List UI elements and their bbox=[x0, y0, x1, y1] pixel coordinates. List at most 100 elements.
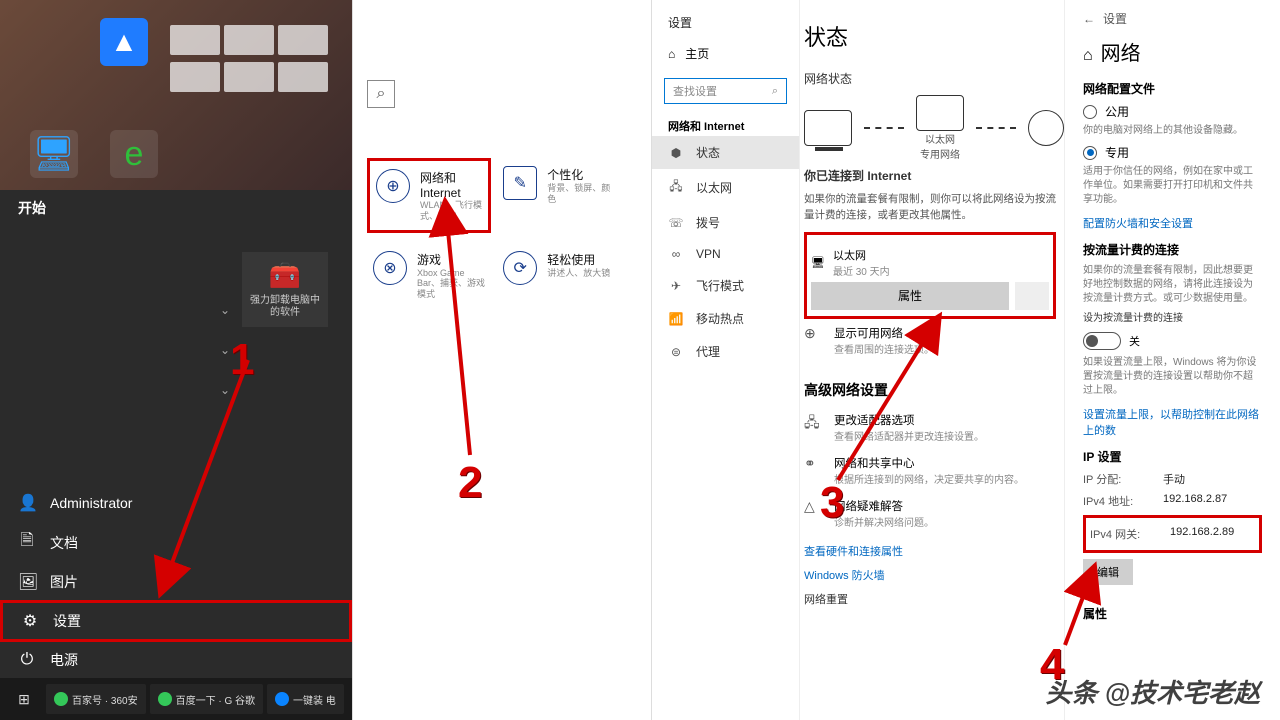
data-usage-button[interactable] bbox=[1015, 282, 1049, 310]
window-title: 设置 bbox=[652, 10, 799, 35]
start-button[interactable]: ⊞ bbox=[6, 684, 42, 714]
category-title: 个性化 bbox=[547, 166, 615, 183]
start-item-settings[interactable]: ⚙ 设置 bbox=[0, 600, 352, 642]
nav-proxy[interactable]: ⊜代理 bbox=[652, 335, 799, 368]
search-input[interactable]: 查找设置 ⌕ bbox=[664, 78, 787, 104]
ethernet-icon: 🖧 bbox=[668, 177, 684, 198]
gear-icon: ⚙ bbox=[21, 611, 39, 631]
pics-icon: 🖼 bbox=[18, 572, 36, 592]
category-personalization[interactable]: ✎ 个性化 背景、锁屏、颜色 bbox=[497, 158, 621, 233]
taskbar-app-2[interactable]: 百度一下 · G 谷歌 bbox=[150, 684, 263, 714]
home-icon: ⌂ bbox=[668, 47, 675, 61]
advanced-title: 高级网络设置 bbox=[804, 380, 1064, 400]
nav-airplane[interactable]: ✈飞行模式 bbox=[652, 269, 799, 302]
start-label: 开始 bbox=[0, 190, 352, 224]
start-item-docs[interactable]: 🗎 文档 bbox=[0, 521, 352, 564]
status-icon: ⬢ bbox=[668, 146, 684, 160]
radio-icon bbox=[1083, 105, 1097, 119]
network-detail-panel: ← 设置 ⌂网络 网络配置文件 公用 你的电脑对网络上的其他设备隐藏。 专用 适… bbox=[1064, 0, 1280, 720]
power-icon: ⏻ bbox=[18, 651, 36, 669]
ie-icon[interactable]: e bbox=[110, 130, 158, 178]
user-icon: 👤 bbox=[18, 493, 36, 513]
start-item-label: 设置 bbox=[53, 611, 81, 631]
airplane-icon: ✈ bbox=[668, 279, 684, 293]
watermark: 头条 @技术宅老赵 bbox=[1045, 673, 1260, 710]
radio-private[interactable]: 专用 bbox=[1083, 144, 1262, 161]
pinned-tile[interactable]: 🧰 强力卸载电脑中的软件 bbox=[242, 252, 328, 327]
anno-num-2: 2 bbox=[458, 458, 482, 508]
section-title: 网络状态 bbox=[804, 70, 1064, 87]
sidebar-home[interactable]: ⌂ 主页 bbox=[652, 35, 799, 72]
properties-button[interactable]: 属性 bbox=[811, 282, 1009, 310]
taskbar-app-3[interactable]: 一键装 电 bbox=[267, 684, 344, 714]
category-ease[interactable]: ⟳ 轻松使用 讲述人、放大镜 bbox=[497, 243, 621, 308]
home-icon: ⌂ bbox=[1083, 47, 1093, 64]
xbox-icon: ⊗ bbox=[373, 251, 407, 285]
category-network[interactable]: ⊕ 网络和 Internet WLAN、飞行模式、VPN bbox=[367, 158, 491, 233]
settings-sidebar: 设置 ⌂ 主页 查找设置 ⌕ 网络和 Internet ⬢状态 🖧以太网 ☏拨号… bbox=[652, 0, 800, 720]
monitor-icon: 🖥 bbox=[811, 256, 825, 269]
start-item-label: 文档 bbox=[50, 533, 78, 553]
globe-icon bbox=[1028, 110, 1064, 146]
this-pc-icon[interactable]: 🖥 bbox=[30, 130, 78, 178]
router-icon bbox=[916, 95, 964, 131]
network-status-panel: 设置 ⌂ 主页 查找设置 ⌕ 网络和 Internet ⬢状态 🖧以太网 ☏拨号… bbox=[652, 0, 1064, 720]
expand-chevrons[interactable]: ⌄⌄⌄ bbox=[220, 290, 230, 410]
start-item-admin[interactable]: 👤 Administrator bbox=[0, 485, 352, 521]
taskbar-app-1[interactable]: 百家号 · 360安 bbox=[46, 684, 146, 714]
data-limit-link[interactable]: 设置流量上限，以帮助控制在此网络上的数 bbox=[1083, 406, 1262, 438]
nav-hotspot[interactable]: 📶移动热点 bbox=[652, 302, 799, 335]
network-diagram: 以太网 专用网络 bbox=[804, 95, 1064, 161]
search-placeholder: 查找设置 bbox=[673, 83, 717, 99]
connected-title: 你已连接到 Internet bbox=[804, 167, 1064, 184]
back-arrow-icon: ← bbox=[1083, 12, 1095, 26]
adapter-icon: 🖧 bbox=[804, 412, 824, 443]
anno-num-3: 3 bbox=[820, 478, 844, 528]
start-item-label: Administrator bbox=[50, 495, 132, 511]
ipv4-addr-row: IPv4 地址:192.168.2.87 bbox=[1083, 493, 1262, 509]
nav-dialup[interactable]: ☏拨号 bbox=[652, 206, 799, 239]
highlight-properties: 🖥 以太网 最近 30 天内 属性 bbox=[804, 232, 1056, 319]
show-available[interactable]: ⊕ 显示可用网络查看周围的连接选项。 bbox=[804, 319, 1064, 362]
desktop-thumbs bbox=[170, 25, 340, 95]
category-title: 游戏 bbox=[417, 251, 485, 268]
search-icon: ⌕ bbox=[772, 85, 778, 98]
page-title: 状态 bbox=[804, 20, 1064, 52]
firewall-link[interactable]: Windows 防火墙 bbox=[804, 567, 1064, 583]
category-sub: WLAN、飞行模式、VPN bbox=[420, 200, 482, 222]
start-menu-panel: ▲ 🖥 e 开始 🧰 强力卸载电脑中的软件 ⌄⌄⌄ 👤 Administrato… bbox=[0, 0, 352, 720]
page-title: ⌂网络 bbox=[1083, 37, 1262, 66]
edit-button[interactable]: 编辑 bbox=[1083, 559, 1133, 585]
globe-icon: ⊕ bbox=[804, 325, 824, 356]
category-gaming[interactable]: ⊗ 游戏 Xbox Game Bar、捕获、游戏模式 bbox=[367, 243, 491, 308]
radio-icon bbox=[1083, 146, 1097, 160]
profile-section: 网络配置文件 bbox=[1083, 80, 1262, 97]
meter-toggle[interactable] bbox=[1083, 332, 1121, 350]
nav-status[interactable]: ⬢状态 bbox=[652, 136, 799, 169]
category-title: 网络和 Internet bbox=[420, 169, 482, 200]
start-item-pics[interactable]: 🖼 图片 bbox=[0, 564, 352, 600]
ipv4-gw-row: IPv4 网关:192.168.2.89 bbox=[1090, 526, 1255, 542]
desktop-area: ▲ 🖥 e bbox=[0, 0, 352, 190]
hw-link[interactable]: 查看硬件和连接属性 bbox=[804, 543, 1064, 559]
ip-section: IP 设置 bbox=[1083, 448, 1262, 465]
meter-section: 按流量计费的连接 bbox=[1083, 241, 1262, 258]
dial-icon: ☏ bbox=[668, 216, 684, 230]
reset-link[interactable]: 网络重置 bbox=[804, 591, 1064, 607]
anno-num-1: 1 bbox=[230, 335, 254, 385]
search-icon[interactable]: ⌕ bbox=[367, 80, 395, 108]
vpn-icon: ∞ bbox=[668, 247, 684, 261]
start-item-label: 图片 bbox=[50, 572, 78, 592]
radio-public[interactable]: 公用 bbox=[1083, 103, 1262, 120]
adapter-options[interactable]: 🖧 更改适配器选项查看网络适配器并更改连接设置。 bbox=[804, 406, 1064, 449]
start-item-power[interactable]: ⏻ 电源 bbox=[0, 642, 352, 678]
connected-desc: 如果你的流量套餐有限制，则你可以将此网络设为按流量计费的连接，或者更改其他属性。 bbox=[804, 192, 1064, 224]
laptop-icon bbox=[804, 110, 852, 146]
ease-icon: ⟳ bbox=[503, 251, 537, 285]
proxy-icon: ⊜ bbox=[668, 345, 684, 359]
nav-vpn[interactable]: ∞VPN bbox=[652, 239, 799, 269]
nav-ethernet[interactable]: 🖧以太网 bbox=[652, 169, 799, 206]
firewall-link[interactable]: 配置防火墙和安全设置 bbox=[1083, 215, 1262, 231]
app-tile[interactable]: ▲ bbox=[100, 18, 148, 66]
back-button[interactable]: ← 设置 bbox=[1083, 10, 1262, 27]
